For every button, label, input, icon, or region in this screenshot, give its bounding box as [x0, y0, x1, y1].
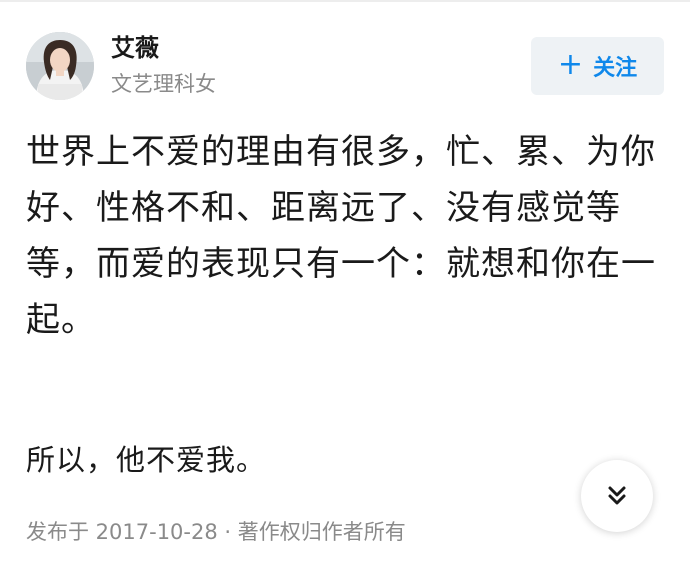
author-name[interactable]: 艾薇: [111, 32, 159, 64]
plus-icon: +: [557, 47, 584, 82]
answer-card: 艾薇 文艺理科女 + 关注 世界上不爱的理由有很多，忙、累、为你好、性格不和、距…: [0, 0, 690, 581]
author-bio: 文艺理科女: [111, 72, 216, 96]
follow-button[interactable]: + 关注: [531, 37, 664, 95]
expand-button[interactable]: [581, 460, 653, 532]
post-meta: 发布于 2017-10-28 · 著作权归作者所有: [26, 520, 406, 544]
avatar[interactable]: [26, 32, 94, 100]
top-divider: [0, 0, 690, 2]
post-paragraph-2: 所以，他不爱我。: [26, 443, 267, 477]
follow-button-label: 关注: [593, 56, 638, 81]
double-chevron-down-icon: [608, 486, 626, 505]
post-paragraph-1: 世界上不爱的理由有很多，忙、累、为你好、性格不和、距离远了、没有感觉等等，而爱的…: [26, 132, 656, 340]
user-avatar-photo: [26, 32, 94, 100]
